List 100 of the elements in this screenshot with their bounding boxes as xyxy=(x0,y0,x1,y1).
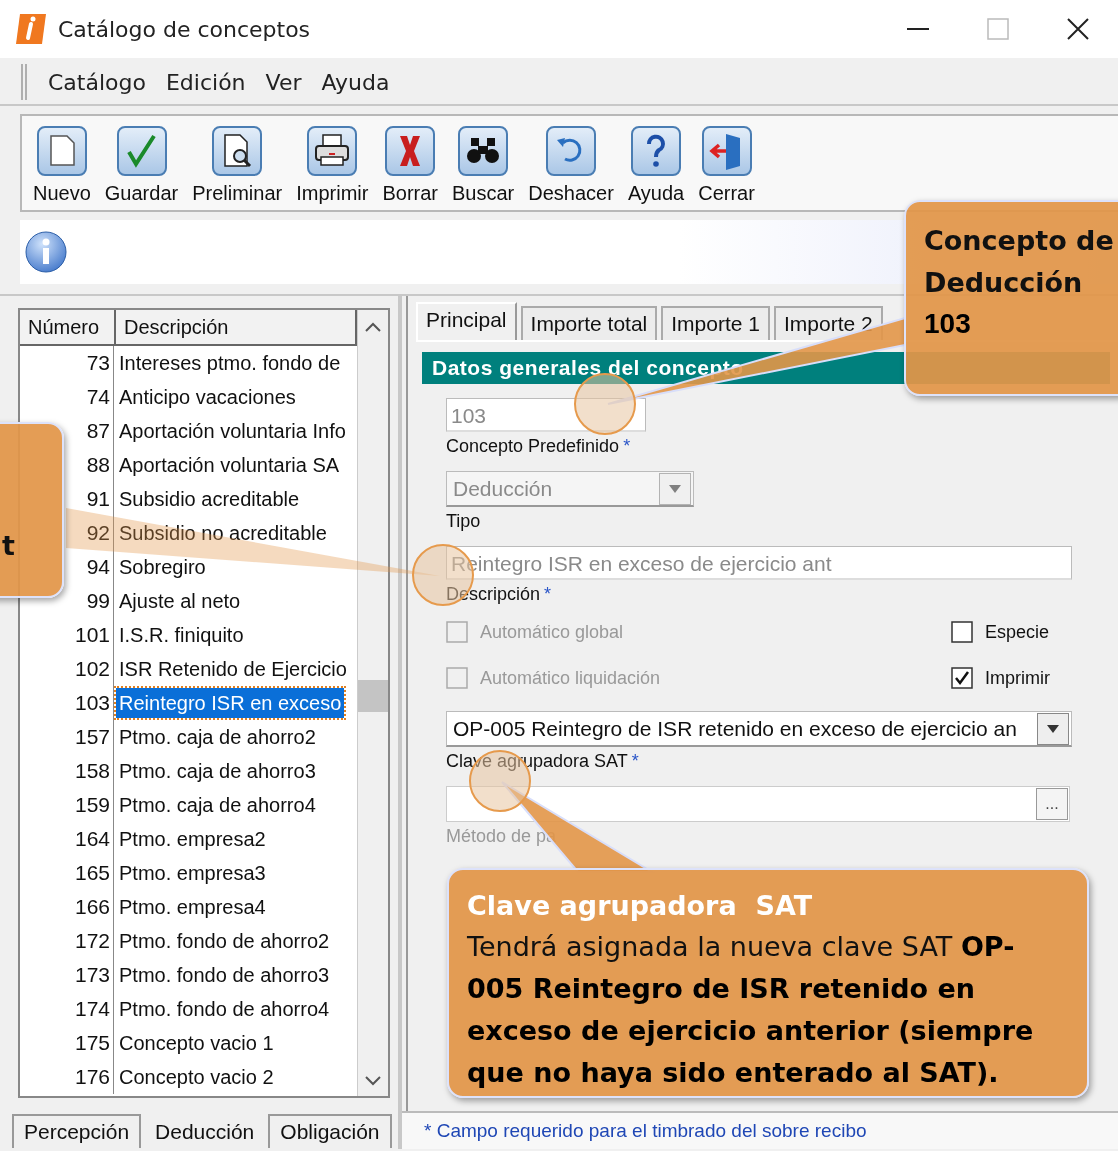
number-cell[interactable]: 158 xyxy=(74,759,110,782)
description-cell[interactable]: Ptmo. empresa3 xyxy=(116,858,269,888)
footer-note: * Campo requerido para el timbrado del sobre recibo xyxy=(402,1111,1118,1149)
description-cell[interactable]: Intereses ptmo. fondo de xyxy=(116,348,344,378)
tab[interactable]: Importe total xyxy=(520,306,658,340)
info-icon xyxy=(25,231,67,273)
callout-title: Clave agrupadora SAT xyxy=(467,889,814,923)
toolbar-button[interactable]: Guardar xyxy=(97,116,186,205)
description-cell[interactable]: Sobregiro xyxy=(116,552,209,582)
description-cell[interactable]: Ptmo. fondo de ahorro3 xyxy=(116,960,333,990)
description-cell[interactable]: Ptmo. caja de ahorro4 xyxy=(116,790,319,820)
dropdown-button[interactable] xyxy=(1037,712,1069,745)
menu-item[interactable]: Ver xyxy=(265,69,302,95)
toolbar-button[interactable]: Buscar xyxy=(445,116,522,205)
description-cell[interactable]: Aportación voluntaria SA xyxy=(116,450,343,480)
caret-icon xyxy=(669,484,681,493)
callout-title: Concepto de Deducción xyxy=(924,224,1114,300)
toolbar-button[interactable]: Cerrar xyxy=(691,116,762,205)
grip-icon xyxy=(20,64,28,100)
menu-item[interactable]: Ayuda xyxy=(321,69,390,95)
checkmark-icon xyxy=(116,126,167,176)
tab[interactable]: Percepción xyxy=(12,1114,142,1148)
number-cell[interactable]: 91 xyxy=(86,487,110,510)
description-cell[interactable]: Subsidio no acreditable xyxy=(116,518,330,548)
field-label: Tipo xyxy=(446,511,481,532)
number-cell[interactable]: 73 xyxy=(86,351,110,374)
scroll-down-icon[interactable] xyxy=(363,1074,383,1088)
number-cell[interactable]: 164 xyxy=(74,827,110,850)
description-cell[interactable]: Concepto vacio 1 xyxy=(116,1028,277,1058)
checkbox-label[interactable]: Especie xyxy=(985,621,1050,643)
number-cell[interactable]: 174 xyxy=(74,997,110,1020)
checkbox-label[interactable]: Imprimir xyxy=(985,667,1050,689)
callout-value: 103 xyxy=(924,307,971,341)
scrollbar-thumb[interactable] xyxy=(358,680,388,712)
number-cell[interactable]: 103 xyxy=(74,691,110,714)
number-cell[interactable]: 172 xyxy=(74,929,110,952)
required-mark: * xyxy=(623,436,631,457)
description-cell[interactable]: Ptmo. caja de ahorro2 xyxy=(116,722,319,752)
column-header[interactable]: Descripción xyxy=(116,310,357,344)
description-cell[interactable]: Ptmo. empresa4 xyxy=(116,892,269,922)
description-cell[interactable]: ISR Retenido de Ejercicio xyxy=(116,654,350,684)
checkbox[interactable] xyxy=(951,667,973,689)
number-cell[interactable]: 157 xyxy=(74,725,110,748)
caret-icon xyxy=(1047,724,1059,733)
number-cell[interactable]: 176 xyxy=(74,1065,110,1088)
question-mark-icon xyxy=(631,126,682,176)
tab[interactable]: Obligación xyxy=(268,1114,392,1148)
description-cell[interactable]: Subsidio acreditable xyxy=(116,484,303,514)
description-cell[interactable]: Ptmo. empresa2 xyxy=(116,824,269,854)
number-cell[interactable]: 94 xyxy=(86,555,110,578)
description-cell[interactable]: Ptmo. fondo de ahorro2 xyxy=(116,926,333,956)
binoculars-icon xyxy=(458,126,509,176)
undo-icon xyxy=(546,126,597,176)
number-cell[interactable]: 102 xyxy=(74,657,110,680)
number-cell[interactable]: 99 xyxy=(86,589,110,612)
number-cell[interactable]: 87 xyxy=(86,419,110,442)
toolbar-button[interactable]: Imprimir xyxy=(289,116,376,205)
description-cell[interactable]: Ptmo. caja de ahorro3 xyxy=(116,756,319,786)
number-cell[interactable]: 92 xyxy=(86,521,110,544)
tab[interactable]: Principal xyxy=(416,302,517,340)
required-mark: * xyxy=(544,584,552,605)
number-cell[interactable]: 88 xyxy=(86,453,110,476)
number-cell[interactable]: 74 xyxy=(86,385,110,408)
x-mark-icon xyxy=(385,126,436,176)
number-cell[interactable]: 165 xyxy=(74,861,110,884)
toolbar-button[interactable]: Ayuda xyxy=(620,116,692,205)
number-cell[interactable]: 173 xyxy=(74,963,110,986)
column-header[interactable]: Número xyxy=(20,310,116,344)
new-document-icon xyxy=(36,126,87,176)
menu-item[interactable]: Edición xyxy=(165,69,246,95)
number-cell[interactable]: 159 xyxy=(74,793,110,816)
exit-icon xyxy=(701,126,752,176)
toolbar-button[interactable]: Borrar xyxy=(375,116,445,205)
app-icon xyxy=(14,12,48,46)
menu-item[interactable]: Catálogo xyxy=(48,69,146,95)
description-cell[interactable]: Concepto vacio 2 xyxy=(116,1062,277,1092)
description-cell[interactable]: Ajuste al neto xyxy=(116,586,244,616)
number-cell[interactable]: 101 xyxy=(74,623,110,646)
field-label: Concepto Predefinido xyxy=(446,436,620,457)
callout-title: t xyxy=(2,530,16,561)
close-icon[interactable] xyxy=(1066,17,1090,41)
description-cell[interactable]: I.S.R. finiquito xyxy=(116,620,247,650)
description-cell[interactable]: Aportación voluntaria Info xyxy=(116,416,349,446)
scrollbar[interactable] xyxy=(357,310,388,1096)
number-cell[interactable]: 166 xyxy=(74,895,110,918)
number-cell[interactable]: 175 xyxy=(74,1031,110,1054)
callout-text: Tendrá asignada la nueva clave SAT OP-005 Reintegro de ISR retenido en exceso de ejercicio anterior (siempre que no haya sido enterado al SAT). xyxy=(467,930,1035,1090)
window-title: Catálogo de conceptos xyxy=(58,16,311,42)
toolbar-button[interactable]: Deshacer xyxy=(521,116,621,205)
required-mark: * xyxy=(631,751,639,772)
checkbox[interactable] xyxy=(951,621,973,643)
printer-icon xyxy=(307,126,358,176)
dropdown[interactable]: OP-005 Reintegro de ISR retenido en exceso de ejercicio an xyxy=(446,711,1072,747)
scroll-up-icon[interactable] xyxy=(363,320,383,334)
description-cell[interactable]: Reintegro ISR en exceso xyxy=(116,688,345,718)
description-cell[interactable]: Ptmo. fondo de ahorro4 xyxy=(116,994,333,1024)
tab[interactable]: Importe 1 xyxy=(661,306,770,340)
description-cell[interactable]: Anticipo vacaciones xyxy=(116,382,299,412)
toolbar-button[interactable]: Nuevo xyxy=(26,116,98,205)
toolbar-button[interactable]: Preliminar xyxy=(185,116,290,205)
